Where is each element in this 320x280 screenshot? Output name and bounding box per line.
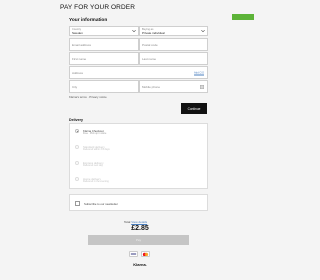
delivery-option[interactable]: Standard delivery Delivered within 3-5 d…: [70, 141, 207, 157]
mobile-phone-placeholder: Mobile phone: [142, 84, 161, 89]
mobile-phone-field[interactable]: Mobile phone: [139, 80, 208, 93]
radio-icon[interactable]: [75, 177, 79, 181]
order-total-price: £2.85: [131, 225, 149, 232]
newsletter-checkbox[interactable]: [75, 200, 80, 206]
last-name-field[interactable]: Last name: [139, 52, 208, 65]
total-line: Total View details: [124, 220, 147, 224]
phone-info-icon[interactable]: [200, 84, 204, 89]
address-field[interactable]: Address Add C/O: [69, 66, 208, 79]
delivery-option[interactable]: Express delivery Delivered next day: [70, 157, 207, 173]
chevron-down-icon: [201, 30, 205, 33]
customer-type-value: Private individual: [142, 30, 165, 35]
customer-type-select[interactable]: Buying as Private individual: [139, 26, 208, 36]
email-placeholder: Email address: [72, 42, 92, 47]
klarna-logo: Klarna.: [133, 262, 147, 267]
terms-link[interactable]: Klarna's terms · Privacy notice: [69, 95, 107, 99]
delivery-option-desc: Delivered in the evening: [83, 180, 109, 184]
newsletter-label: Subscribe to our newsletter: [84, 201, 118, 206]
view-details-link[interactable]: View details: [131, 220, 147, 224]
continue-button[interactable]: Continue: [181, 103, 207, 114]
newsletter-box: Subscribe to our newsletter: [69, 194, 208, 211]
delivery-option[interactable]: Home delivery Delivered in the evening: [70, 173, 207, 189]
postal-code-placeholder: Postal code: [142, 42, 158, 47]
delivery-heading: Delivery: [69, 118, 83, 122]
radio-selected-icon[interactable]: [75, 129, 79, 133]
radio-icon[interactable]: [75, 161, 79, 165]
radio-icon[interactable]: [75, 145, 79, 149]
city-field[interactable]: City: [69, 80, 139, 93]
city-placeholder: City: [72, 84, 78, 89]
your-information-heading: Your information: [69, 18, 108, 23]
delivery-option-desc: Delivered within 3-5 days: [83, 148, 110, 152]
chevron-down-icon: [132, 30, 136, 33]
last-name-placeholder: Last name: [142, 56, 157, 61]
delivery-option-desc: Free · Pick up in store: [83, 132, 107, 136]
first-name-placeholder: First name: [72, 56, 87, 61]
pay-button[interactable]: Pay: [88, 235, 189, 245]
delivery-option-desc: Delivered next day: [83, 164, 103, 168]
add-co-link[interactable]: Add C/O: [194, 71, 204, 74]
delivery-option[interactable]: Klarna Checkout Free · Pick up in store: [70, 125, 207, 141]
payment-methods: [129, 251, 150, 257]
country-select[interactable]: Country Sweden: [69, 26, 139, 36]
email-field[interactable]: Email address: [69, 38, 139, 51]
visa-card-icon: [129, 251, 138, 257]
total-label: Total: [124, 220, 131, 224]
postal-code-field[interactable]: Postal code: [139, 38, 208, 51]
delivery-options: Klarna Checkout Free · Pick up in store …: [69, 123, 208, 189]
address-placeholder: Address: [72, 70, 84, 75]
page-title: PAY FOR YOUR ORDER: [60, 4, 135, 11]
first-name-field[interactable]: First name: [69, 52, 139, 65]
secure-badge: [232, 14, 254, 20]
country-value: Sweden: [72, 30, 83, 35]
mastercard-icon: [141, 251, 150, 257]
